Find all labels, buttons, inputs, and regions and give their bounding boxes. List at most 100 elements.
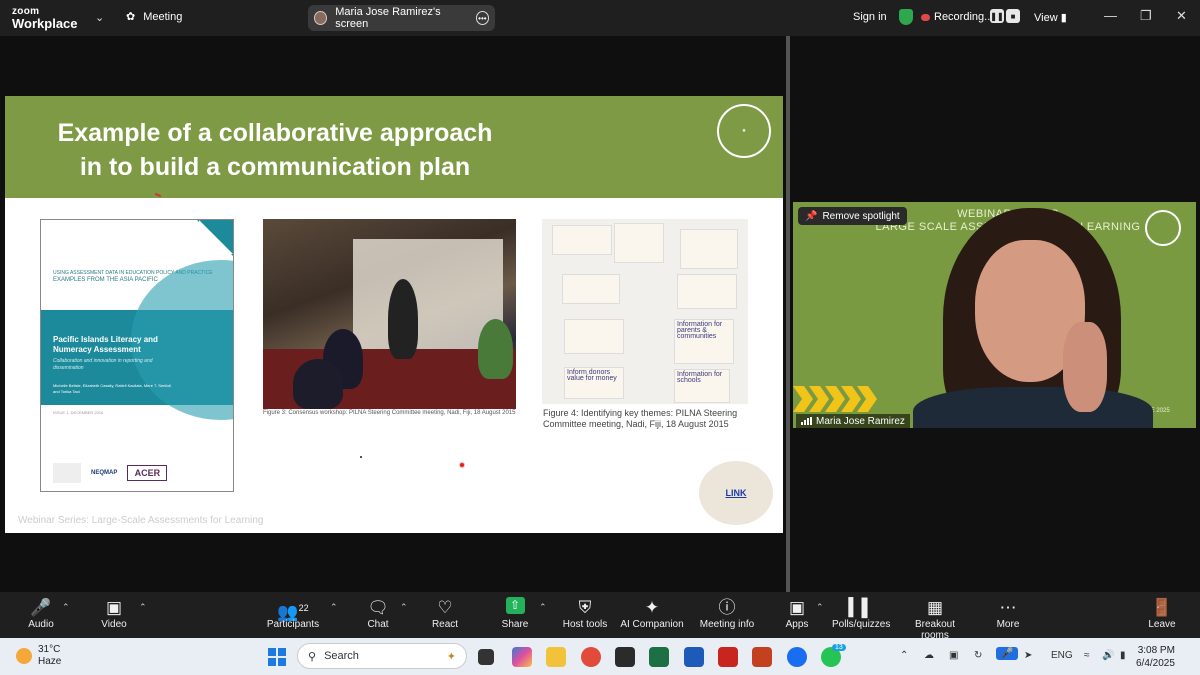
chrome-icon[interactable]: [581, 647, 601, 667]
restore-icon[interactable]: ❐: [1140, 8, 1152, 24]
more-options-icon[interactable]: •••: [475, 11, 489, 25]
shared-screen-area: Example of a collaborative approach in t…: [0, 36, 786, 592]
breakout-rooms-button[interactable]: ▦ Breakout rooms: [900, 597, 970, 641]
windows-start-icon[interactable]: [268, 648, 286, 666]
wifi-icon[interactable]: ≈: [1084, 650, 1090, 661]
chevron-down-icon[interactable]: ⌄: [95, 11, 104, 24]
video-options-caret[interactable]: ⌃: [139, 602, 147, 613]
sparkle-icon: ✦: [644, 598, 660, 617]
leave-button[interactable]: 🚪 Leave: [1147, 597, 1177, 630]
powerpoint-icon[interactable]: [752, 647, 772, 667]
weather-widget[interactable]: 31°C Haze: [16, 644, 61, 668]
volume-icon[interactable]: 🔊: [1102, 650, 1114, 661]
apps-button[interactable]: ▣ Apps: [784, 597, 810, 630]
weather-condition: Haze: [38, 656, 62, 667]
show-hidden-icons[interactable]: ⌃: [900, 650, 908, 661]
participants-label: Participants: [266, 619, 320, 630]
more-button[interactable]: ⋯ More: [993, 597, 1023, 630]
more-dots-icon: ⋯: [999, 598, 1017, 617]
react-label: React: [431, 619, 459, 630]
participants-options-caret[interactable]: ⌃: [330, 602, 338, 613]
figure-3-caption: Figure 3: Consensus workshop: PILNA Stee…: [263, 410, 516, 416]
close-icon[interactable]: ✕: [1176, 8, 1187, 24]
sticky-note-schools: Information for schools: [674, 369, 730, 403]
view-menu[interactable]: View ▮: [1034, 11, 1067, 24]
workshop-photo: [263, 219, 516, 409]
video-button[interactable]: ▣ Video: [98, 597, 130, 630]
audio-button[interactable]: 🎤 Audio: [26, 597, 56, 630]
participant-body: [913, 387, 1153, 428]
sticky-note: [552, 225, 612, 255]
tray-app-icon[interactable]: ▣: [949, 650, 958, 661]
share-options-caret[interactable]: ⌃: [539, 602, 547, 613]
minimize-icon[interactable]: —: [1104, 8, 1117, 23]
view-layout-icon: ▮: [1060, 12, 1067, 24]
presentation-slide: Example of a collaborative approach in t…: [5, 96, 783, 533]
react-button[interactable]: ♡ React: [431, 597, 459, 630]
participants-button[interactable]: 👥22 Participants: [264, 597, 322, 630]
sticky-note: [562, 274, 620, 304]
ai-companion-button[interactable]: ✦ AI Companion: [620, 597, 684, 630]
logo-workplace: Workplace: [12, 16, 78, 31]
sync-icon[interactable]: ↻: [974, 650, 982, 661]
acrobat-icon[interactable]: [718, 647, 738, 667]
zoom-app-icon[interactable]: [787, 647, 807, 667]
microphone-in-use-icon[interactable]: 🎤: [996, 647, 1019, 660]
chat-button[interactable]: 🗨 Chat: [364, 597, 392, 630]
shield-icon: ⛨: [578, 598, 592, 617]
chat-options-caret[interactable]: ⌃: [400, 602, 408, 613]
leave-label: Leave: [1148, 619, 1176, 630]
word-icon[interactable]: [684, 647, 704, 667]
polls-button[interactable]: ▍▌ Polls/quizzes: [832, 597, 890, 630]
host-tools-button[interactable]: ⛨ Host tools: [562, 597, 608, 630]
cover-authors: Michelle Belisle, Elizabeth Cassity, Rat…: [53, 383, 172, 394]
stop-recording-button[interactable]: ■: [1006, 9, 1020, 23]
sticky-note: [614, 223, 664, 263]
screen-share-indicator[interactable]: Maria Jose Ramirez's screen •••: [308, 5, 495, 31]
battery-icon[interactable]: ▮: [1120, 650, 1126, 661]
language-indicator[interactable]: ENG: [1051, 650, 1073, 661]
sticky-app-icon[interactable]: [615, 647, 635, 667]
zoom-workplace-logo: zoom Workplace: [12, 6, 78, 30]
system-clock[interactable]: 3:08 PM 6/4/2025: [1136, 644, 1175, 670]
photo-person: [388, 279, 418, 359]
audio-options-caret[interactable]: ⌃: [62, 602, 70, 613]
meeting-menu[interactable]: ✿ Meeting: [126, 10, 182, 24]
share-label: Share: [501, 619, 529, 630]
zoom-title-bar: zoom Workplace ⌄ ✿ Meeting Maria Jose Ra…: [0, 0, 1200, 36]
pause-recording-button[interactable]: ❚❚: [990, 9, 1004, 23]
slide-header: Example of a collaborative approach in t…: [5, 96, 783, 198]
task-view-icon[interactable]: [478, 649, 494, 665]
participant-hand: [1063, 322, 1107, 412]
slide-footer: Webinar Series: Large-Scale Assessments …: [18, 515, 264, 526]
sticky-notes-photo: Information for parents & communities In…: [542, 219, 748, 404]
audio-label: Audio: [28, 619, 54, 630]
haze-sun-icon: [16, 648, 32, 664]
remove-spotlight-button[interactable]: 📌 Remove spotlight: [798, 207, 907, 225]
file-explorer-icon[interactable]: [546, 647, 566, 667]
temperature: 31°C: [38, 644, 61, 655]
slide-link[interactable]: LINK: [726, 488, 747, 498]
slide-title-line1: Example of a collaborative approach: [57, 119, 493, 147]
security-shield-icon[interactable]: [899, 9, 913, 25]
share-button[interactable]: ⇧ Share: [500, 597, 530, 630]
chevron-decoration: [793, 386, 877, 412]
sticky-note-donors: Inform donors value for money: [564, 367, 624, 399]
report-cover-image: USING ASSESSMENT DATA IN EDUCATION POLIC…: [40, 219, 234, 492]
cover-issue: ISSUE 1, DECEMBER 2016: [53, 410, 104, 415]
chat-label: Chat: [367, 619, 389, 630]
cover-logos: NEQMAP ACER: [53, 463, 168, 483]
sign-in-link[interactable]: Sign in: [853, 11, 887, 23]
taskbar-search[interactable]: ⚲ Search ✦: [297, 643, 467, 669]
meeting-info-button[interactable]: ⓘ Meeting info: [697, 597, 757, 630]
search-icon: ⚲: [308, 650, 317, 663]
copilot-icon[interactable]: [512, 647, 532, 667]
location-icon[interactable]: ➤: [1024, 650, 1032, 661]
network-off-icon[interactable]: ☁: [924, 650, 934, 661]
signal-bars-icon: [801, 417, 812, 425]
camera-off-icon: ▣: [105, 598, 123, 617]
remove-spotlight-label: Remove spotlight: [822, 210, 900, 222]
apps-options-caret[interactable]: ⌃: [816, 602, 824, 613]
excel-icon[interactable]: [649, 647, 669, 667]
participant-video[interactable]: WEBINAR SERIES LARGE SCALE ASSESSMENTS F…: [793, 202, 1196, 428]
